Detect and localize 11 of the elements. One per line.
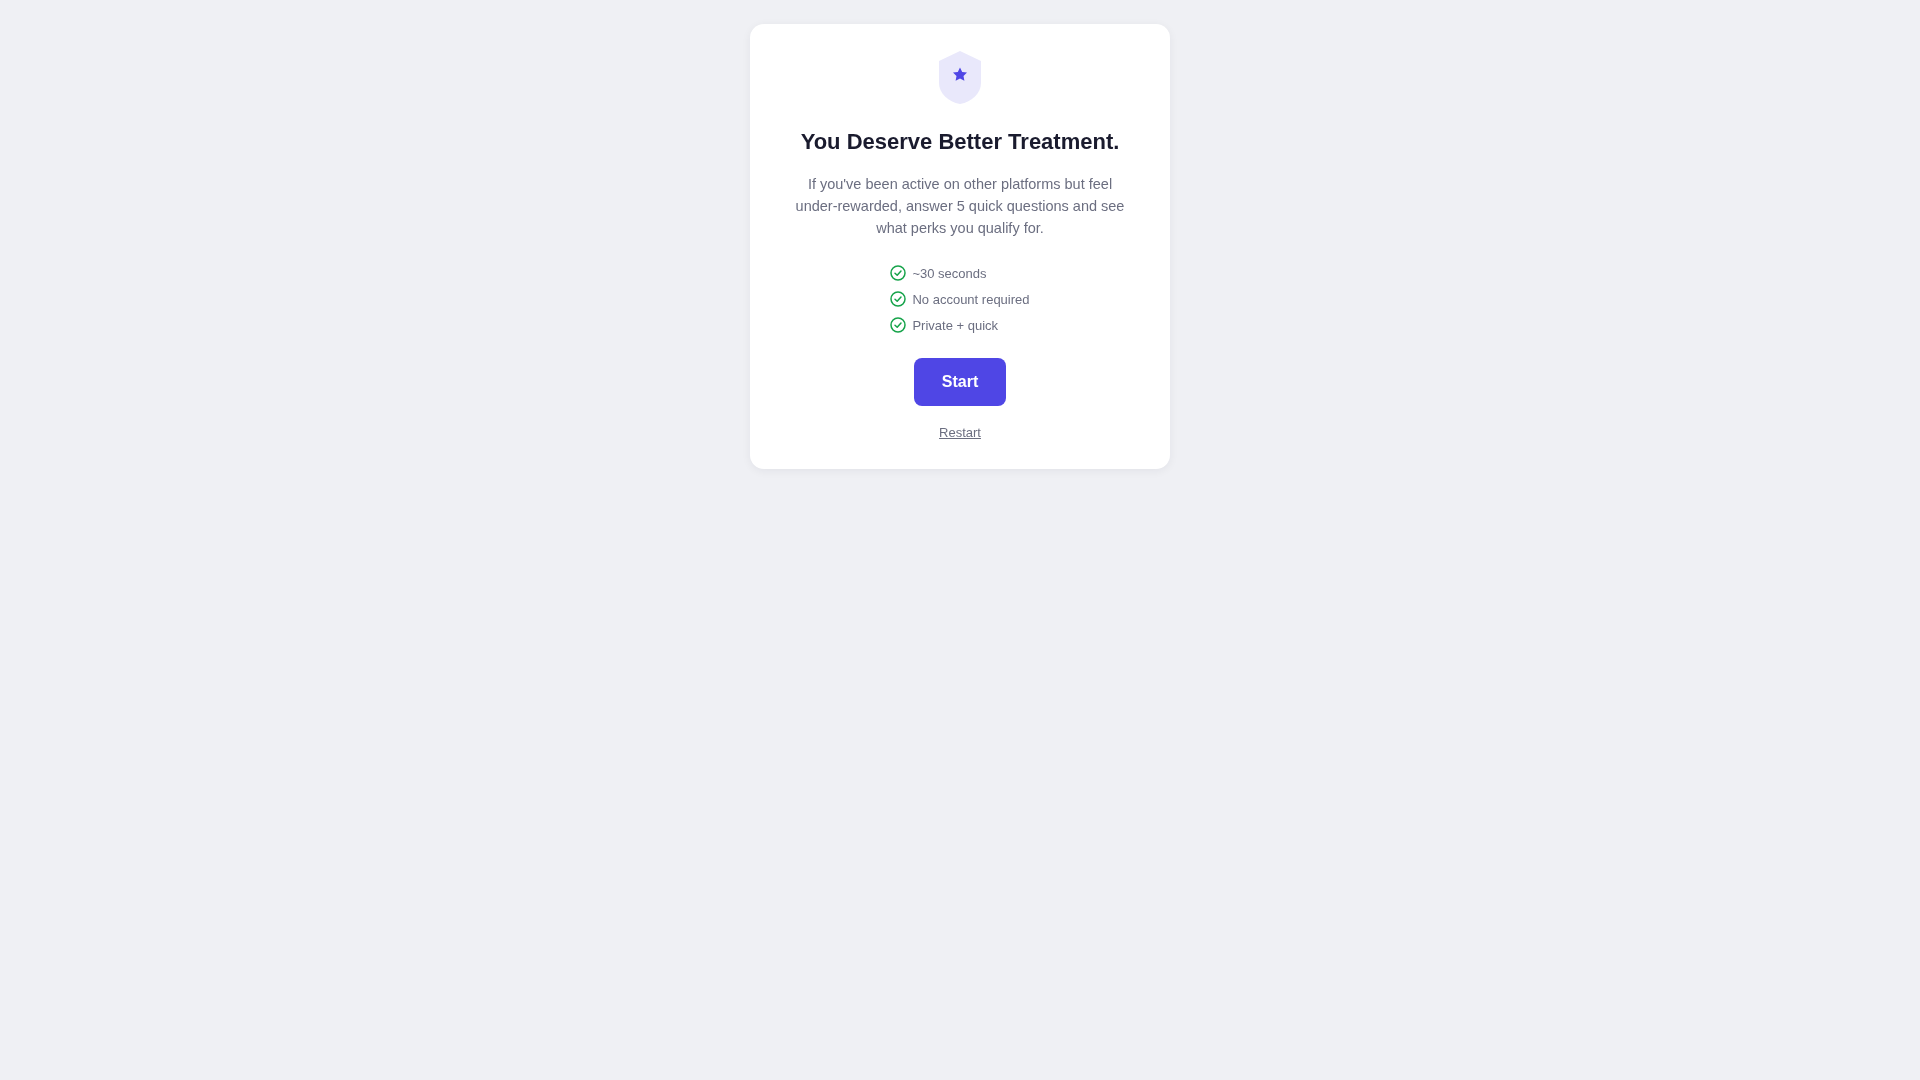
feature-text: ~30 seconds <box>912 265 987 281</box>
start-button[interactable]: Start <box>914 358 1006 406</box>
check-circle-icon <box>890 317 907 333</box>
restart-link[interactable]: Restart <box>939 424 981 442</box>
card-description: If you've been active on other platforms but feel under-rewarded, answer 5 quick questions and see what perks you qualify for. <box>794 175 1126 238</box>
card-title: You Deserve Better Treatment. <box>800 128 1120 156</box>
feature-text: No account required <box>912 291 1030 307</box>
feature-text: Private + quick <box>912 317 999 333</box>
shield-star-icon <box>939 51 981 104</box>
check-circle-icon <box>890 265 907 281</box>
check-circle-icon <box>890 291 907 307</box>
